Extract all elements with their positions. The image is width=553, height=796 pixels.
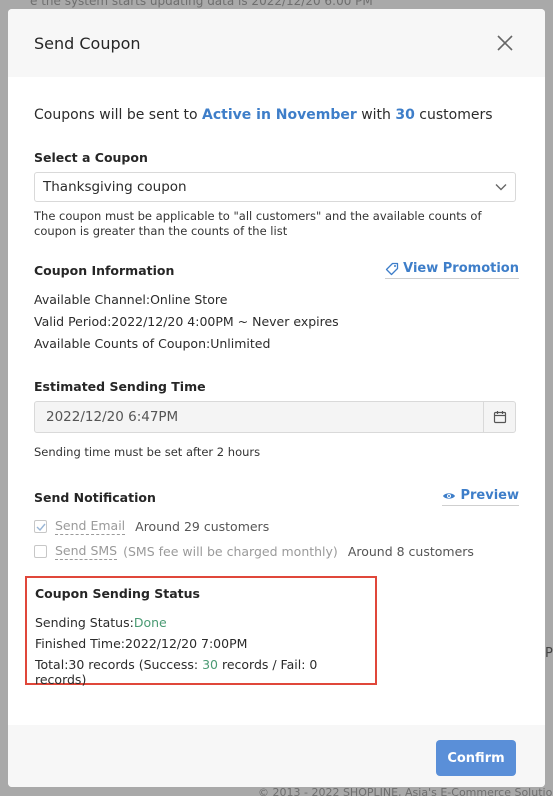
email-customer-count: Around 29 customers bbox=[135, 519, 270, 534]
coupon-select-section: Select a Coupon Thanksgiving coupon The … bbox=[34, 150, 519, 239]
coupon-info-header: Coupon Information View Promotion bbox=[34, 261, 519, 279]
background-copyright: © 2013 - 2022 SHOPLINE, Asia's E-Commerc… bbox=[258, 786, 553, 796]
valid-period: Valid Period:2022/12/20 4:00PM ~ Never e… bbox=[34, 314, 339, 329]
modal-header: Send Coupon bbox=[8, 9, 545, 77]
calendar-button[interactable] bbox=[483, 402, 515, 432]
coupon-select-label: Select a Coupon bbox=[34, 150, 148, 165]
coupon-select-hint: The coupon must be applicable to "all cu… bbox=[34, 209, 482, 238]
sending-time-label: Estimated Sending Time bbox=[34, 379, 206, 394]
send-email-label[interactable]: Send Email bbox=[55, 518, 126, 535]
close-icon bbox=[497, 35, 513, 51]
sending-time-hint: Sending time must be set after 2 hours bbox=[34, 445, 261, 459]
coupon-select[interactable]: Thanksgiving coupon bbox=[34, 172, 516, 202]
coupon-select-value: Thanksgiving coupon bbox=[43, 179, 187, 195]
summary-prefix: Coupons will be sent to bbox=[34, 107, 203, 123]
records-total-prefix: Total:30 records (Success: bbox=[35, 657, 203, 672]
sending-time-section: Estimated Sending Time 2022/12/20 6:47PM… bbox=[34, 379, 519, 460]
summary-middle: with bbox=[356, 107, 396, 123]
available-channel: Available Channel:Online Store bbox=[34, 292, 228, 307]
confirm-button[interactable]: Confirm bbox=[436, 740, 516, 776]
modal-body: Coupons will be sent to Active in Novemb… bbox=[8, 107, 545, 687]
sms-customer-count: Around 8 customers bbox=[347, 544, 474, 559]
sending-status-details: Sending Status:Done Finished Time:2022/1… bbox=[35, 615, 367, 687]
send-email-checkbox[interactable] bbox=[34, 520, 47, 533]
preview-link[interactable]: Preview bbox=[442, 488, 519, 506]
sending-time-value: 2022/12/20 6:47PM bbox=[46, 409, 179, 425]
tag-icon bbox=[385, 262, 399, 275]
preview-label: Preview bbox=[460, 488, 519, 503]
send-sms-option: Send SMS (SMS fee will be charged monthl… bbox=[34, 543, 519, 560]
notification-label: Send Notification bbox=[34, 489, 156, 505]
coupon-info-label: Coupon Information bbox=[34, 262, 175, 278]
calendar-icon bbox=[493, 411, 506, 424]
recipient-summary: Coupons will be sent to Active in Novemb… bbox=[34, 107, 519, 123]
available-counts: Available Counts of Coupon:Unlimited bbox=[34, 336, 271, 351]
chevron-down-icon bbox=[495, 184, 507, 191]
sending-status-value: Done bbox=[133, 615, 167, 630]
close-button[interactable] bbox=[495, 33, 515, 53]
finished-time: Finished Time:2022/12/20 7:00PM bbox=[35, 636, 248, 651]
notification-header: Send Notification Preview bbox=[34, 488, 519, 506]
background-notice: e the system starts updating data is 202… bbox=[30, 0, 373, 8]
sending-time-input[interactable]: 2022/12/20 6:47PM bbox=[34, 401, 516, 433]
view-promotion-label: View Promotion bbox=[403, 261, 519, 276]
records-total: Total:30 records (Success: 30 records / … bbox=[35, 657, 367, 687]
records-success-count: 30 bbox=[202, 657, 218, 672]
send-coupon-modal: Send Coupon Coupons will be sent to Acti… bbox=[8, 9, 545, 787]
sending-status-title: Coupon Sending Status bbox=[35, 586, 200, 601]
send-sms-label[interactable]: Send SMS bbox=[55, 543, 118, 560]
sms-fee-note: (SMS fee will be charged monthly) bbox=[123, 544, 338, 559]
modal-title: Send Coupon bbox=[34, 33, 141, 53]
background-partial-text: P bbox=[545, 646, 553, 661]
sending-status-panel: Coupon Sending Status Sending Status:Don… bbox=[25, 576, 377, 687]
checkmark-icon bbox=[36, 523, 46, 531]
sending-status-prefix: Sending Status: bbox=[35, 615, 134, 630]
sending-status: Sending Status:Done bbox=[35, 615, 367, 630]
customer-count: 30 bbox=[395, 107, 415, 123]
eye-icon bbox=[443, 492, 456, 499]
coupon-info-details: Available Channel:Online Store Valid Per… bbox=[34, 292, 519, 351]
send-email-option: Send Email Around 29 customers bbox=[34, 518, 519, 535]
modal-footer: Confirm bbox=[8, 725, 545, 787]
view-promotion-link[interactable]: View Promotion bbox=[385, 261, 519, 279]
segment-name: Active in November bbox=[202, 107, 357, 123]
send-sms-checkbox[interactable] bbox=[34, 545, 47, 558]
summary-suffix: customers bbox=[414, 107, 493, 123]
